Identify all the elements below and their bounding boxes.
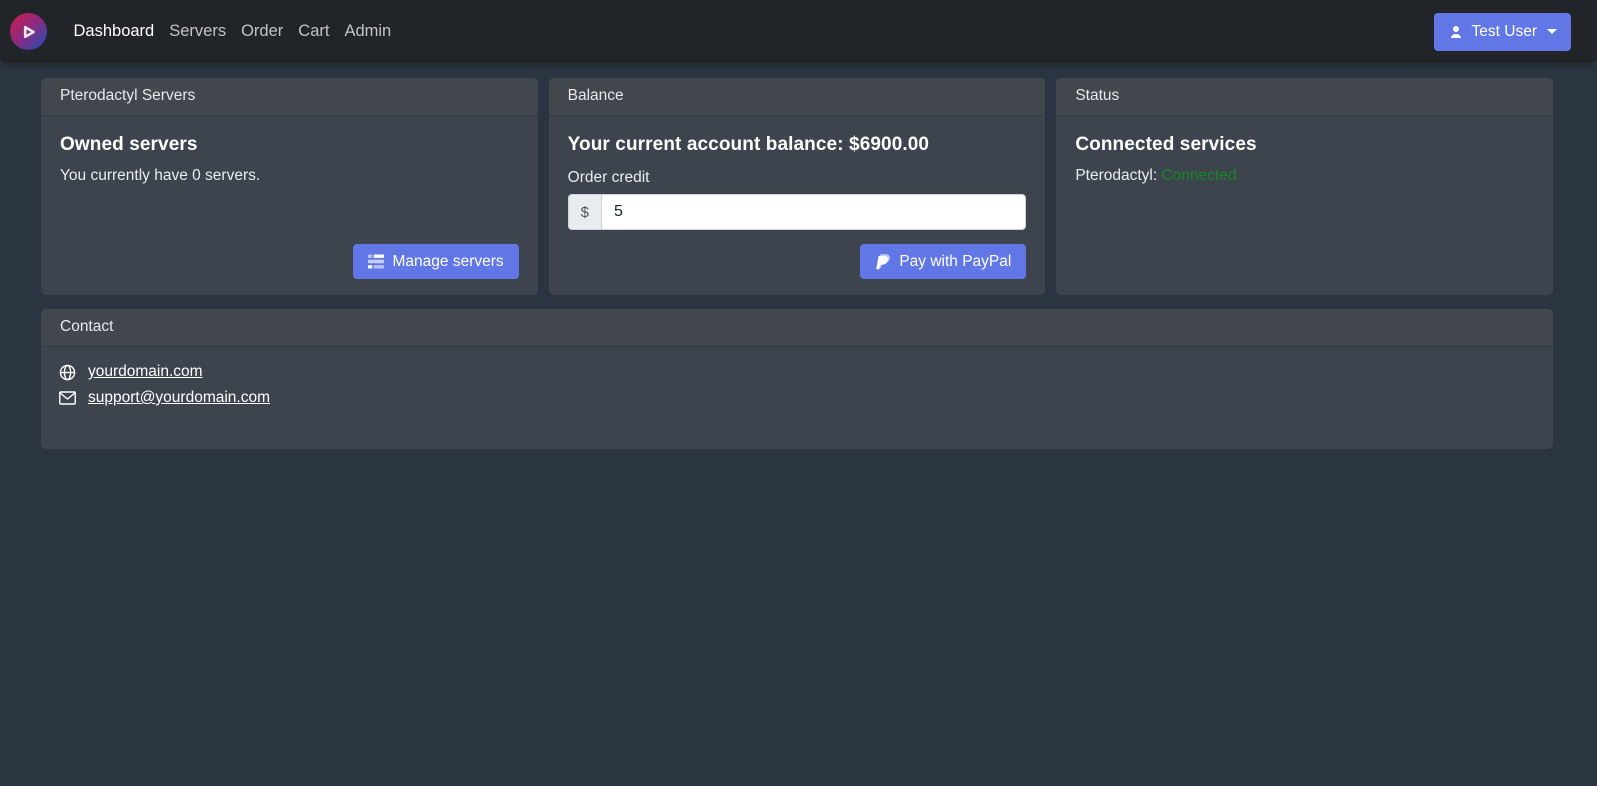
user-menu-button[interactable]: Test User <box>1434 13 1571 51</box>
status-card-header: Status <box>1056 78 1553 116</box>
order-credit-input[interactable] <box>601 194 1026 230</box>
balance-card-body: Your current account balance: $6900.00 O… <box>549 116 1046 295</box>
pay-with-paypal-label: Pay with PayPal <box>899 253 1011 271</box>
support-email-link[interactable]: support@yourdomain.com <box>88 389 270 407</box>
service-status-value: Connected <box>1161 167 1236 184</box>
servers-card: Pterodactyl Servers Owned servers You cu… <box>41 78 538 295</box>
cards-row: Pterodactyl Servers Owned servers You cu… <box>41 78 1553 295</box>
connected-services-title: Connected services <box>1075 134 1534 156</box>
user-menu-label: Test User <box>1472 23 1537 41</box>
servers-card-body: Owned servers You currently have 0 serve… <box>41 116 538 295</box>
person-icon <box>1448 24 1464 40</box>
nav-item-dashboard[interactable]: Dashboard <box>66 22 162 41</box>
owned-servers-title: Owned servers <box>60 134 519 156</box>
owned-servers-text: You currently have 0 servers. <box>60 167 519 185</box>
status-card-body: Connected services Pterodactyl: Connecte… <box>1056 116 1553 295</box>
service-status-line: Pterodactyl: Connected <box>1075 167 1534 185</box>
globe-icon <box>59 364 76 381</box>
paypal-icon <box>875 253 890 270</box>
envelope-icon <box>59 391 76 405</box>
main-content: Pterodactyl Servers Owned servers You cu… <box>0 63 1597 449</box>
currency-prefix: $ <box>568 194 601 230</box>
website-link[interactable]: yourdomain.com <box>88 363 203 381</box>
caret-down-icon <box>1547 29 1557 34</box>
status-card: Status Connected services Pterodactyl: C… <box>1056 78 1553 295</box>
top-navbar: Dashboard Servers Order Cart Admin Test … <box>0 0 1597 63</box>
nav-links: Dashboard Servers Order Cart Admin <box>66 22 399 41</box>
nav-item-admin[interactable]: Admin <box>337 22 399 41</box>
nav-item-order[interactable]: Order <box>234 22 291 41</box>
service-status-label: Pterodactyl: <box>1075 167 1161 184</box>
contact-card: Contact yourdomain.com <box>41 309 1553 449</box>
balance-card: Balance Your current account balance: $6… <box>549 78 1046 295</box>
servers-card-header: Pterodactyl Servers <box>41 78 538 116</box>
play-triangle-icon <box>20 23 38 41</box>
order-credit-input-group: $ <box>568 194 1027 230</box>
server-stack-icon <box>368 254 384 269</box>
nav-item-cart[interactable]: Cart <box>291 22 337 41</box>
contact-card-body: yourdomain.com support@yourdomain.com <box>41 347 1553 449</box>
manage-servers-button[interactable]: Manage servers <box>353 244 519 279</box>
nav-item-servers[interactable]: Servers <box>162 22 234 41</box>
pay-with-paypal-button[interactable]: Pay with PayPal <box>860 244 1026 279</box>
contact-row-website: yourdomain.com <box>59 363 1535 381</box>
account-balance-title: Your current account balance: $6900.00 <box>568 134 1027 156</box>
brand-logo[interactable] <box>10 13 47 50</box>
order-credit-label: Order credit <box>568 169 1027 187</box>
contact-row-email: support@yourdomain.com <box>59 389 1535 407</box>
manage-servers-label: Manage servers <box>393 253 504 271</box>
balance-card-header: Balance <box>549 78 1046 116</box>
contact-card-header: Contact <box>41 309 1553 347</box>
